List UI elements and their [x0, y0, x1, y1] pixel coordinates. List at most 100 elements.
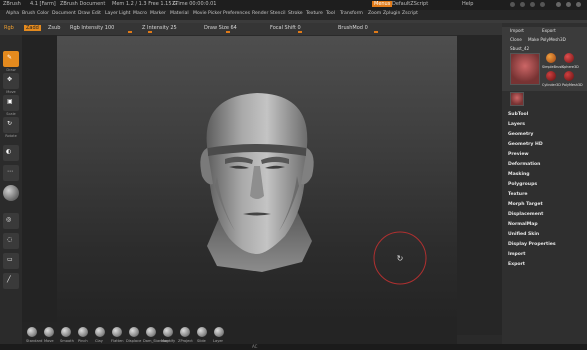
- sphere3d-thumb[interactable]: [564, 53, 574, 63]
- brush-move[interactable]: [44, 327, 54, 337]
- menu-import[interactable]: Import: [508, 252, 525, 257]
- slider-handle[interactable]: [226, 31, 230, 33]
- menu-deformation[interactable]: Deformation: [508, 162, 540, 167]
- rgb-intensity-slider[interactable]: Rgb Intensity 100: [70, 25, 114, 31]
- window-control-icon[interactable]: [530, 2, 535, 7]
- menu-item[interactable]: Draw: [78, 11, 90, 16]
- help-button[interactable]: Help: [462, 1, 473, 7]
- menu-item[interactable]: Alpha: [6, 11, 19, 16]
- cylinder3d-thumb[interactable]: [546, 71, 556, 81]
- subtool-label: Sphere3D: [562, 65, 579, 69]
- menu-export[interactable]: Export: [508, 262, 525, 267]
- focal-shift-slider[interactable]: Focal Shift 0: [270, 25, 301, 31]
- close-icon[interactable]: [576, 2, 581, 7]
- left-shelf-gutter: [22, 35, 57, 335]
- simplebrush-thumb[interactable]: [546, 53, 556, 63]
- brush-smooth[interactable]: [61, 327, 71, 337]
- material-selector[interactable]: [3, 185, 19, 201]
- brush-displace[interactable]: [129, 327, 139, 337]
- brush-layer[interactable]: [214, 327, 224, 337]
- move-tool-button[interactable]: ✥ Move: [3, 73, 19, 94]
- brush-pinch[interactable]: [78, 327, 88, 337]
- line-button[interactable]: ╱: [3, 273, 19, 289]
- menu-item[interactable]: Zplugin: [383, 11, 400, 16]
- slider-handle[interactable]: [374, 31, 378, 33]
- slider-handle[interactable]: [128, 31, 132, 33]
- rgb-toggle[interactable]: Rgb: [4, 25, 14, 31]
- export-tab[interactable]: Export: [542, 28, 556, 33]
- small-tool-thumbnail[interactable]: [510, 92, 524, 106]
- minimize-icon[interactable]: [556, 2, 561, 7]
- brush-mod-slider[interactable]: BrushMod 0: [338, 25, 368, 31]
- menu-morph-target[interactable]: Morph Target: [508, 202, 543, 207]
- menu-item[interactable]: Movie: [193, 11, 207, 16]
- menu-item[interactable]: Tool: [326, 11, 335, 16]
- menu-item[interactable]: Picker: [208, 11, 222, 16]
- maximize-icon[interactable]: [566, 2, 571, 7]
- menu-preview[interactable]: Preview: [508, 152, 529, 157]
- zadd-toggle[interactable]: Zadd: [24, 25, 41, 31]
- menu-geometry-hd[interactable]: Geometry HD: [508, 142, 543, 147]
- tool-thumbnail[interactable]: [510, 53, 540, 85]
- menu-item[interactable]: Stencil: [270, 11, 286, 16]
- sculpted-head-model: ↻: [200, 93, 427, 285]
- menu-display-properties[interactable]: Display Properties: [508, 242, 556, 247]
- menu-layers[interactable]: Layers: [508, 122, 525, 127]
- menu-item[interactable]: Zscript: [402, 11, 418, 16]
- import-tab[interactable]: Import: [510, 28, 524, 33]
- window-control-icon[interactable]: [510, 2, 515, 7]
- window-control-icon[interactable]: [520, 2, 525, 7]
- menu-item[interactable]: Layer: [105, 11, 118, 16]
- menu-texture[interactable]: Texture: [508, 192, 527, 197]
- frame-button[interactable]: ▭: [3, 253, 19, 269]
- window-control-icon[interactable]: [540, 2, 545, 7]
- slider-handle[interactable]: [148, 31, 152, 33]
- menu-item[interactable]: Color: [37, 11, 49, 16]
- menu-bar: Alpha Brush Color Document Draw Edit Lay…: [0, 10, 587, 20]
- menu-polygroups[interactable]: Polygroups: [508, 182, 537, 187]
- draw-size-slider[interactable]: Draw Size 64: [204, 25, 237, 31]
- menu-unified-skin[interactable]: Unified Skin: [508, 232, 539, 237]
- brush-selector[interactable]: ◐: [3, 145, 19, 161]
- menu-item[interactable]: Render: [252, 11, 268, 16]
- brush-standard[interactable]: [27, 327, 37, 337]
- menu-normalmap[interactable]: NormalMap: [508, 222, 538, 227]
- stroke-selector[interactable]: ⋯: [3, 165, 19, 181]
- brush-slide[interactable]: [197, 327, 207, 337]
- brush-magnify[interactable]: [163, 327, 173, 337]
- viewport-canvas[interactable]: ↻: [57, 36, 457, 322]
- menu-item[interactable]: Document: [52, 11, 76, 16]
- menu-item[interactable]: Preferences: [223, 11, 250, 16]
- brush-dam-standard[interactable]: [146, 327, 156, 337]
- zsub-toggle[interactable]: Zsub: [48, 25, 60, 31]
- menu-item[interactable]: Light: [119, 11, 130, 16]
- menus-button[interactable]: Menus: [372, 1, 393, 7]
- menu-masking[interactable]: Masking: [508, 172, 530, 177]
- menu-item[interactable]: Material: [170, 11, 189, 16]
- xyz-toggle[interactable]: ◎: [3, 213, 19, 229]
- menu-item[interactable]: Brush: [22, 11, 35, 16]
- menu-subtool[interactable]: SubTool: [508, 112, 528, 117]
- make-polymesh-button[interactable]: Make PolyMesh3D: [528, 37, 566, 42]
- lasso-button[interactable]: ◌: [3, 233, 19, 249]
- scale-tool-button[interactable]: ▣ Scale: [3, 95, 19, 116]
- menu-displacement[interactable]: Displacement: [508, 212, 543, 217]
- brush-zproject[interactable]: [180, 327, 190, 337]
- subtool-label: SimpleBrush: [542, 65, 564, 69]
- brush-flatten[interactable]: [112, 327, 122, 337]
- polymesh3d-thumb[interactable]: [564, 71, 574, 81]
- slider-handle[interactable]: [298, 31, 302, 33]
- menu-item[interactable]: Transform: [340, 11, 363, 16]
- rotate-tool-button[interactable]: ↻ Rotate: [3, 117, 19, 138]
- menu-item[interactable]: Zoom: [368, 11, 381, 16]
- menu-item[interactable]: Texture: [306, 11, 323, 16]
- brush-clay[interactable]: [95, 327, 105, 337]
- draw-tool-button[interactable]: ✎ Draw: [3, 51, 19, 72]
- default-script-button[interactable]: DefaultZScript: [392, 1, 428, 7]
- menu-item[interactable]: Stroke: [288, 11, 303, 16]
- menu-item[interactable]: Edit: [92, 11, 101, 16]
- menu-item[interactable]: Macro: [133, 11, 147, 16]
- menu-item[interactable]: Marker: [150, 11, 166, 16]
- menu-geometry[interactable]: Geometry: [508, 132, 533, 137]
- clone-button[interactable]: Clone: [510, 37, 522, 42]
